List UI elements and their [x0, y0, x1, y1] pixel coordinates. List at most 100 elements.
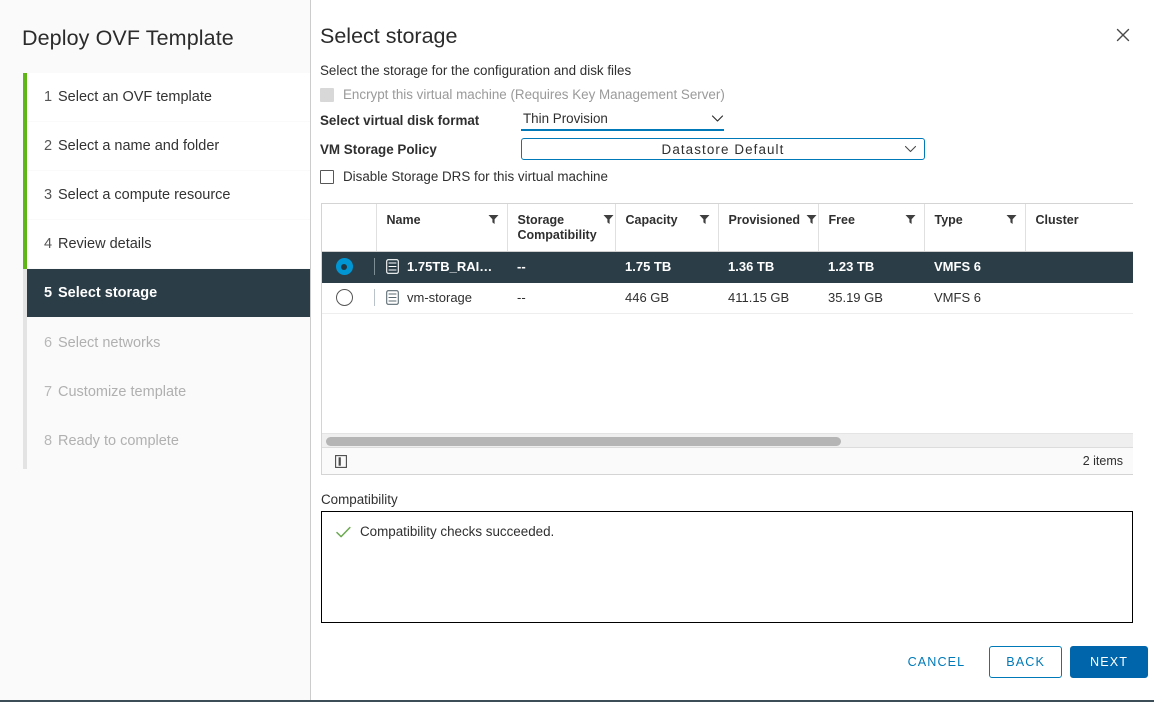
cell-free: 1.23 TB	[818, 251, 924, 283]
horizontal-scrollbar[interactable]	[322, 433, 1133, 447]
sidebar-step-7: 7 Customize template	[27, 367, 310, 416]
step-number: 3	[44, 187, 53, 203]
table-header-row: Name Storage Compatibility Capacity Prov…	[322, 204, 1133, 252]
filter-icon[interactable]	[1006, 214, 1017, 225]
vm-storage-policy-label: VM Storage Policy	[320, 141, 437, 157]
page-title: Select storage	[320, 24, 458, 48]
encrypt-vm-label: Encrypt this virtual machine (Requires K…	[343, 87, 725, 102]
encrypt-vm-row: Encrypt this virtual machine (Requires K…	[320, 87, 1150, 102]
filter-icon[interactable]	[806, 214, 817, 225]
filter-icon[interactable]	[905, 214, 916, 225]
wizard-title: Deploy OVF Template	[22, 26, 234, 50]
column-header-label: Provisioned	[728, 213, 801, 227]
filter-icon[interactable]	[699, 214, 710, 225]
cell-cluster	[1025, 282, 1133, 314]
cell-provisioned: 1.36 TB	[718, 251, 818, 283]
column-header-storage-compatibility[interactable]: Storage Compatibility	[507, 204, 616, 252]
filter-icon[interactable]	[488, 214, 499, 225]
step-label: Review details	[58, 236, 152, 252]
back-button[interactable]: BACK	[989, 646, 1062, 678]
disable-storage-drs-checkbox[interactable]	[320, 169, 334, 184]
step-number: 5	[44, 285, 53, 301]
sidebar-step-1[interactable]: 1 Select an OVF template	[27, 73, 310, 122]
sidebar-step-4[interactable]: 4 Review details	[27, 220, 310, 269]
vm-storage-policy-select[interactable]: Datastore Default	[521, 138, 925, 160]
disable-storage-drs-label: Disable Storage DRS for this virtual mac…	[343, 169, 608, 184]
scrollbar-thumb[interactable]	[326, 437, 841, 446]
table-item-count: 2 items	[1082, 454, 1123, 468]
step-number: 1	[44, 89, 53, 105]
cell-type: VMFS 6	[924, 282, 1025, 314]
vm-storage-policy-value: Datastore Default	[661, 141, 785, 157]
cell-cluster	[1025, 251, 1133, 283]
row-radio-cell[interactable]	[322, 282, 364, 314]
datastore-name: vm-storage	[407, 290, 473, 305]
sidebar-step-2[interactable]: 2 Select a name and folder	[27, 122, 310, 171]
step-label: Select networks	[58, 334, 161, 351]
column-header-label: Capacity	[625, 213, 678, 227]
column-header-label: Storage Compatibility	[517, 213, 597, 242]
table-row[interactable]: vm-storage -- 446 GB 411.15 GB 35.19 GB …	[322, 282, 1133, 314]
step-number: 4	[44, 236, 53, 252]
datastore-name: 1.75TB_RAI…	[407, 259, 493, 274]
step-number: 2	[44, 138, 53, 154]
chevron-down-icon	[904, 145, 917, 154]
step-label: Select a compute resource	[58, 187, 231, 203]
cell-name: vm-storage	[376, 282, 507, 314]
step-number: 6	[44, 334, 53, 351]
cell-storage-compatibility: --	[507, 251, 615, 283]
step-label: Select an OVF template	[58, 89, 212, 105]
column-header-capacity[interactable]: Capacity	[615, 204, 719, 252]
compatibility-message-row: Compatibility checks succeeded.	[336, 524, 1132, 539]
cancel-button[interactable]: CANCEL	[892, 646, 982, 678]
row-divider	[364, 282, 376, 314]
datastore-icon	[386, 259, 399, 274]
column-picker-icon[interactable]	[335, 454, 347, 468]
row-radio-cell[interactable]	[322, 251, 364, 283]
column-header-type[interactable]: Type	[924, 204, 1026, 252]
column-header-provisioned[interactable]: Provisioned	[718, 204, 819, 252]
cell-capacity: 446 GB	[615, 282, 718, 314]
column-header-free[interactable]: Free	[818, 204, 925, 252]
wizard-sidebar: Deploy OVF Template 1 Select an OVF temp…	[0, 0, 311, 700]
table-row[interactable]: 1.75TB_RAI… -- 1.75 TB 1.36 TB 1.23 TB V…	[322, 251, 1133, 283]
compatibility-message: Compatibility checks succeeded.	[360, 524, 555, 539]
wizard-action-bar: CANCEL BACK NEXT	[892, 646, 1148, 678]
row-divider-header	[364, 204, 377, 252]
row-radio-button[interactable]	[335, 289, 353, 307]
column-header-label: Free	[828, 213, 855, 227]
compatibility-label: Compatibility	[321, 492, 398, 507]
vm-storage-policy-row: VM Storage Policy Datastore Default	[320, 138, 1150, 160]
sidebar-step-3[interactable]: 3 Select a compute resource	[27, 171, 310, 220]
table-footer: 2 items	[322, 447, 1133, 474]
cell-capacity: 1.75 TB	[615, 251, 718, 283]
wizard-step-list: 1 Select an OVF template 2 Select a name…	[0, 73, 310, 469]
sidebar-step-6: 6 Select networks	[27, 318, 310, 367]
next-button[interactable]: NEXT	[1070, 646, 1148, 678]
sidebar-step-5-select-storage[interactable]: 5 Select storage	[27, 269, 310, 318]
step-label: Select storage	[58, 285, 158, 301]
cell-provisioned: 411.15 GB	[718, 282, 818, 314]
step-label: Customize template	[58, 383, 187, 400]
deploy-ovf-template-dialog: Deploy OVF Template 1 Select an OVF temp…	[0, 0, 1154, 702]
close-icon[interactable]	[1110, 22, 1136, 48]
row-radio-button[interactable]	[335, 258, 353, 276]
filter-icon[interactable]	[603, 214, 614, 225]
page-subtitle: Select the storage for the configuration…	[320, 63, 632, 78]
column-header-label: Cluster	[1035, 213, 1079, 227]
chevron-down-icon	[711, 114, 724, 123]
virtual-disk-format-label: Select virtual disk format	[320, 112, 480, 128]
virtual-disk-format-select[interactable]: Thin Provision	[521, 109, 724, 131]
virtual-disk-format-row: Select virtual disk format Thin Provisio…	[320, 109, 1150, 131]
sidebar-step-8: 8 Ready to complete	[27, 416, 310, 465]
check-icon	[336, 526, 351, 539]
step-number: 8	[44, 432, 53, 449]
cell-storage-compatibility: --	[507, 282, 615, 314]
step-label: Select a name and folder	[58, 138, 220, 154]
step-label: Ready to complete	[58, 432, 179, 449]
column-header-label: Type	[934, 213, 963, 227]
disable-storage-drs-row[interactable]: Disable Storage DRS for this virtual mac…	[320, 169, 1150, 184]
column-header-name[interactable]: Name	[376, 204, 508, 252]
encrypt-vm-checkbox	[320, 87, 334, 102]
column-header-cluster[interactable]: Cluster	[1025, 204, 1133, 252]
